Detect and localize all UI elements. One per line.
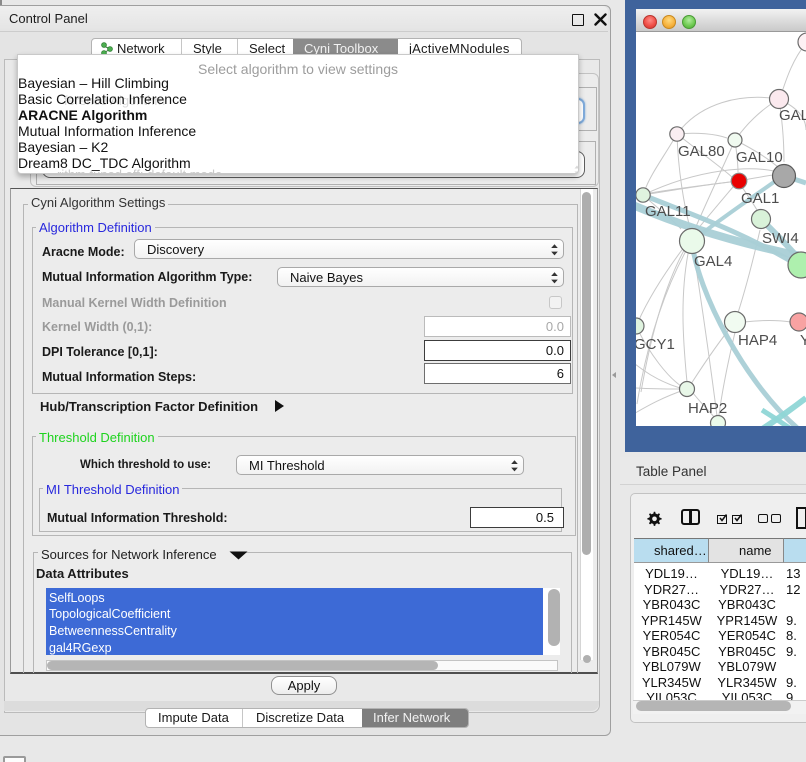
svg-text:GAL7: GAL7 [779,107,806,124]
svg-text:GAL4: GAL4 [694,253,732,270]
svg-text:Y: Y [800,332,806,349]
svg-text:GAL11: GAL11 [645,203,691,220]
svg-text:GAL10: GAL10 [736,149,783,166]
svg-text:HAP4: HAP4 [738,332,777,349]
svg-text:GAL1: GAL1 [741,190,779,207]
svg-text:SWI4: SWI4 [762,230,799,247]
svg-text:GAL80: GAL80 [678,143,725,160]
svg-text:HAP2: HAP2 [688,400,727,417]
svg-text:GCY1: GCY1 [636,336,675,353]
